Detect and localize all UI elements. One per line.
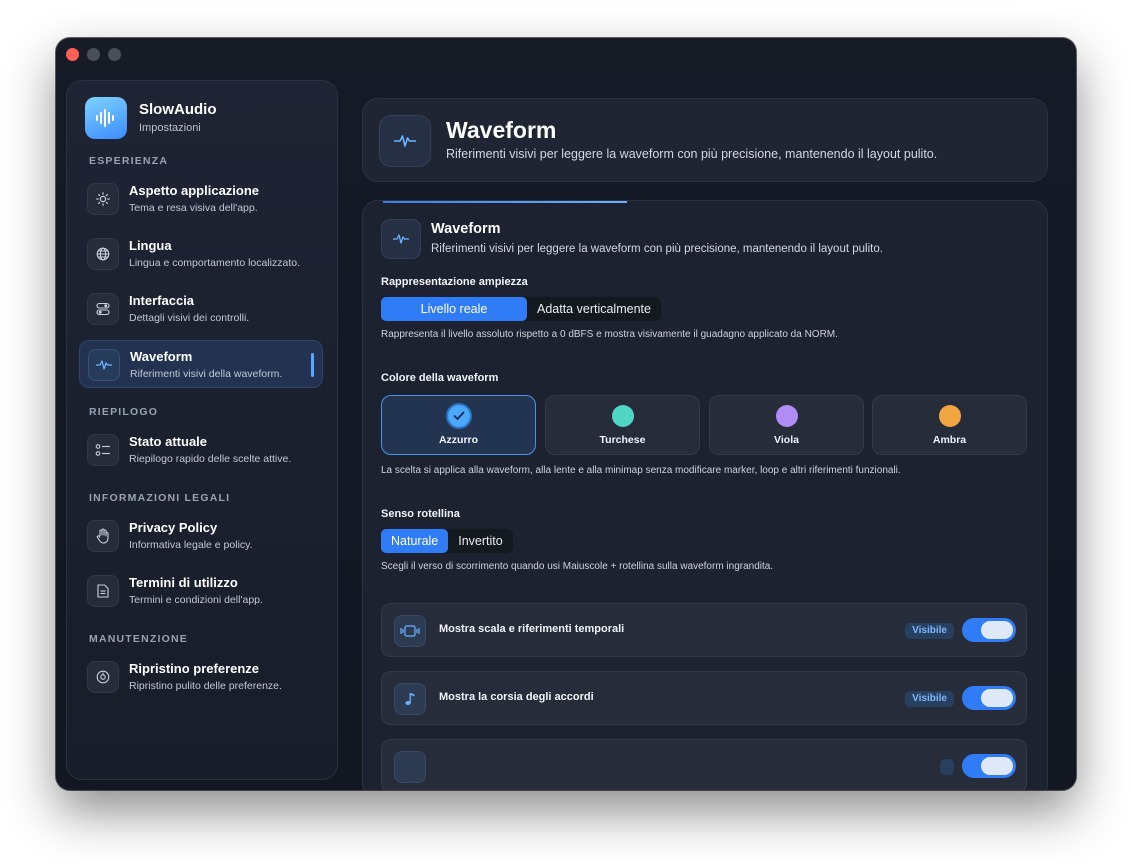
globe-icon xyxy=(87,238,119,270)
settings-panel[interactable]: Waveform Riferimenti visivi per leggere … xyxy=(362,200,1048,790)
timeline-icon xyxy=(394,615,426,647)
toggle-knob xyxy=(981,621,1013,639)
color-name: Ambra xyxy=(932,434,967,446)
app-header: SlowAudio Impostazioni xyxy=(85,97,325,139)
sidebar-item-desc: Riepilogo rapido delle scelte attive. xyxy=(129,453,292,465)
sidebar-item-label: Privacy Policy xyxy=(129,520,218,535)
scroll-option-invertito[interactable]: Invertito xyxy=(448,529,512,553)
color-name: Viola xyxy=(774,434,799,446)
minimize-window-button[interactable] xyxy=(87,48,100,61)
reset-icon xyxy=(87,661,119,693)
scroll-label: Senso rotellina xyxy=(381,508,460,520)
waveform-icon xyxy=(88,349,120,381)
status-badge: Visibile xyxy=(905,691,954,707)
amplitude-help-text: Rappresenta il livello assoluto rispetto… xyxy=(381,329,838,340)
app-name: SlowAudio xyxy=(139,101,217,118)
scroll-help-text: Scegli il verso di scorrimento quando us… xyxy=(381,561,774,572)
active-indicator xyxy=(311,353,314,377)
status-badge: Visibile xyxy=(905,623,954,639)
sidebar-item-lingua[interactable]: Lingua Lingua e comportamento localizzat… xyxy=(79,230,323,278)
color-swatch xyxy=(939,405,961,427)
sidebar-item-label: Waveform xyxy=(130,349,193,364)
app-logo-icon xyxy=(85,97,127,139)
scala-toggle[interactable] xyxy=(962,618,1016,642)
color-swatch xyxy=(612,405,634,427)
app-subtitle: Impostazioni xyxy=(139,122,201,134)
amplitude-option-adatta[interactable]: Adatta verticalmente xyxy=(527,297,661,321)
sidebar-item-desc: Ripristino pulito delle preferenze. xyxy=(129,680,282,692)
sidebar-item-label: Termini di utilizzo xyxy=(129,575,238,590)
sidebar-item-desc: Riferimenti visivi della waveform. xyxy=(130,368,283,380)
document-icon xyxy=(87,575,119,607)
scroll-option-naturale[interactable]: Naturale xyxy=(381,529,449,553)
accordi-toggle[interactable] xyxy=(962,686,1016,710)
color-option-turchese[interactable]: Turchese xyxy=(545,395,700,455)
toggle-knob xyxy=(981,757,1013,775)
close-window-button[interactable] xyxy=(66,48,79,61)
window-content: SlowAudio Impostazioni ESPERIENZA Aspett… xyxy=(56,70,1076,790)
checkmark-icon xyxy=(448,405,470,427)
sidebar-item-label: Ripristino preferenze xyxy=(129,661,260,676)
page-header: Waveform Riferimenti visivi per leggere … xyxy=(362,98,1048,182)
status-badge xyxy=(940,759,954,775)
amplitude-segmented-control: Livello reale Adatta verticalmente xyxy=(381,297,661,321)
maximize-window-button[interactable] xyxy=(108,48,121,61)
toggles-icon xyxy=(87,293,119,325)
color-name: Azzurro xyxy=(438,434,479,446)
sidebar-item-aspetto[interactable]: Aspetto applicazione Tema e resa visiva … xyxy=(79,175,323,223)
scroll-segmented-control: Naturale Invertito xyxy=(381,529,513,553)
color-option-viola[interactable]: Viola xyxy=(709,395,864,455)
section-title-legali: INFORMAZIONI LEGALI xyxy=(89,492,231,504)
panel-accent-line xyxy=(383,201,627,203)
waveform-icon xyxy=(379,115,431,167)
sidebar-item-interfaccia[interactable]: Interfaccia Dettagli visivi dei controll… xyxy=(79,285,323,333)
sidebar-item-desc: Tema e resa visiva dell'app. xyxy=(129,202,258,214)
option-row-accordi: Mostra la corsia degli accordi Visibile xyxy=(381,671,1027,725)
sidebar-item-termini[interactable]: Termini di utilizzo Termini e condizioni… xyxy=(79,567,323,615)
color-swatch xyxy=(776,405,798,427)
color-label: Colore della waveform xyxy=(381,372,499,384)
sidebar-item-stato[interactable]: Stato attuale Riepilogo rapido delle sce… xyxy=(79,426,323,474)
color-option-ambra[interactable]: Ambra xyxy=(872,395,1027,455)
title-bar xyxy=(56,38,1076,70)
section-title-manutenzione: MANUTENZIONE xyxy=(89,633,188,645)
section-title-riepilogo: RIEPILOGO xyxy=(89,406,159,418)
abc-icon xyxy=(394,751,426,783)
color-name: Turchese xyxy=(599,434,646,446)
hand-icon xyxy=(87,520,119,552)
checklist-icon xyxy=(87,434,119,466)
option-row-third xyxy=(381,739,1027,790)
music-note-icon xyxy=(394,683,426,715)
sun-icon xyxy=(87,183,119,215)
amplitude-label: Rappresentazione ampiezza xyxy=(381,276,528,288)
color-option-azzurro[interactable]: Azzurro xyxy=(381,395,536,455)
sidebar: SlowAudio Impostazioni ESPERIENZA Aspett… xyxy=(66,80,338,780)
sidebar-item-label: Lingua xyxy=(129,238,172,253)
panel-title: Waveform xyxy=(431,221,501,237)
sidebar-item-ripristino[interactable]: Ripristino preferenze Ripristino pulito … xyxy=(79,653,323,701)
option-label: Mostra scala e riferimenti temporali xyxy=(439,623,625,635)
section-title-esperienza: ESPERIENZA xyxy=(89,155,169,167)
sidebar-item-label: Interfaccia xyxy=(129,293,195,308)
sidebar-item-desc: Dettagli visivi dei controlli. xyxy=(129,312,250,324)
sidebar-item-waveform[interactable]: Waveform Riferimenti visivi della wavefo… xyxy=(79,340,323,388)
sidebar-item-privacy[interactable]: Privacy Policy Informativa legale e poli… xyxy=(79,512,323,560)
sidebar-item-desc: Termini e condizioni dell'app. xyxy=(129,594,263,606)
page-title: Waveform xyxy=(446,117,557,143)
page-description: Riferimenti visivi per leggere la wavefo… xyxy=(446,147,938,161)
waveform-icon xyxy=(381,219,421,259)
option-label: Mostra la corsia degli accordi xyxy=(439,691,594,703)
toggle-knob xyxy=(981,689,1013,707)
panel-description: Riferimenti visivi per leggere la wavefo… xyxy=(431,243,883,255)
sidebar-item-label: Aspetto applicazione xyxy=(129,183,260,198)
app-window: SlowAudio Impostazioni ESPERIENZA Aspett… xyxy=(56,38,1076,790)
third-toggle[interactable] xyxy=(962,754,1016,778)
amplitude-option-livello-reale[interactable]: Livello reale xyxy=(381,297,527,321)
sidebar-item-desc: Lingua e comportamento localizzato. xyxy=(129,257,301,269)
option-row-scala: Mostra scala e riferimenti temporali Vis… xyxy=(381,603,1027,657)
color-help-text: La scelta si applica alla waveform, alla… xyxy=(381,465,901,476)
sidebar-item-desc: Informativa legale e policy. xyxy=(129,539,253,551)
sidebar-item-label: Stato attuale xyxy=(129,434,208,449)
